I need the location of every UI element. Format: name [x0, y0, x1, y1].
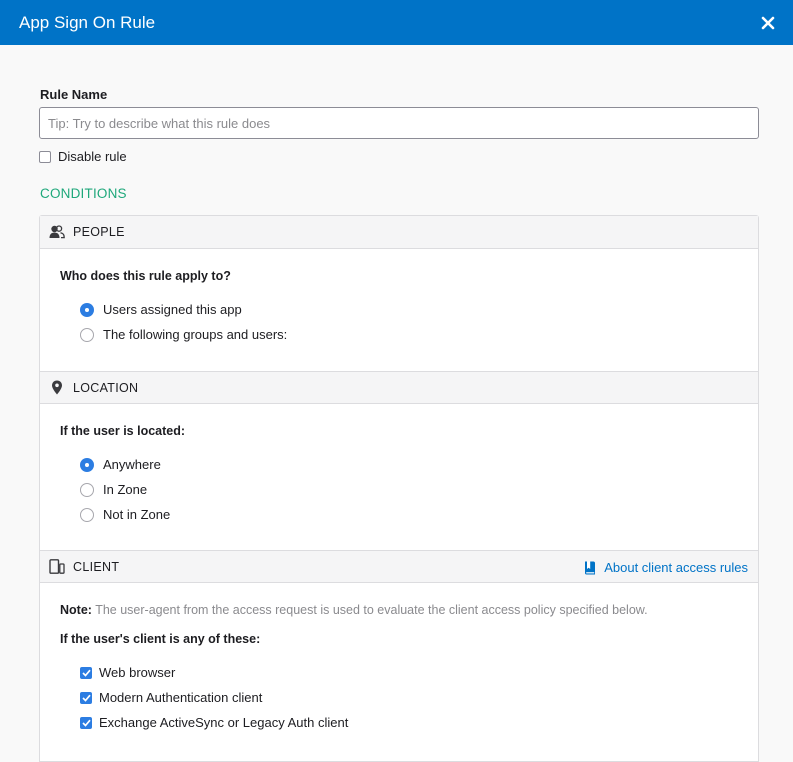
checkbox-label: Web browser	[99, 665, 175, 680]
radio-groups-and-users[interactable]: The following groups and users:	[80, 322, 738, 347]
people-section-header: PEOPLE	[40, 216, 758, 249]
radio-label: In Zone	[103, 482, 147, 497]
radio-anywhere[interactable]: Anywhere	[80, 452, 738, 477]
conditions-panel: PEOPLE Who does this rule apply to? User…	[39, 215, 759, 762]
disable-rule-checkbox[interactable]: Disable rule	[39, 149, 127, 164]
book-icon[interactable]	[584, 561, 596, 575]
radio-label: Anywhere	[103, 457, 161, 472]
note-label: Note:	[60, 603, 92, 617]
checkbox-checked-icon[interactable]	[80, 667, 92, 679]
close-button[interactable]	[759, 14, 777, 32]
location-section-header: LOCATION	[40, 371, 758, 404]
checkbox-exchange-activesync[interactable]: Exchange ActiveSync or Legacy Auth clien…	[80, 710, 738, 735]
radio-label: The following groups and users:	[103, 327, 287, 342]
client-section-title: CLIENT	[73, 560, 119, 574]
close-icon[interactable]	[761, 16, 775, 30]
about-link-label[interactable]: About client access rules	[604, 560, 748, 575]
radio-unchecked-icon[interactable]	[80, 483, 94, 497]
checkbox-checked-icon[interactable]	[80, 717, 92, 729]
radio-label: Users assigned this app	[103, 302, 242, 317]
client-section-body: Note: The user-agent from the access req…	[40, 583, 758, 735]
about-client-access-rules-link[interactable]: About client access rules	[584, 551, 748, 584]
client-section-header: CLIENT About client access rules	[40, 550, 758, 583]
radio-label: Not in Zone	[103, 507, 170, 522]
checkbox-label: Exchange ActiveSync or Legacy Auth clien…	[99, 715, 348, 730]
modal-title: App Sign On Rule	[19, 13, 155, 33]
people-question: Who does this rule apply to?	[60, 269, 738, 283]
modal-body: Rule Name Disable rule CONDITIONS PEOPLE…	[0, 45, 793, 752]
client-question: If the user's client is any of these:	[60, 632, 738, 646]
modal-header: App Sign On Rule	[0, 0, 793, 45]
radio-unchecked-icon[interactable]	[80, 328, 94, 342]
radio-users-assigned[interactable]: Users assigned this app	[80, 297, 738, 322]
radio-checked-icon[interactable]	[80, 458, 94, 472]
device-icon	[49, 559, 65, 575]
radio-not-in-zone[interactable]: Not in Zone	[80, 502, 738, 527]
location-section-title: LOCATION	[73, 381, 138, 395]
client-note: Note: The user-agent from the access req…	[60, 603, 738, 617]
radio-in-zone[interactable]: In Zone	[80, 477, 738, 502]
people-section-title: PEOPLE	[73, 225, 125, 239]
people-icon	[49, 224, 65, 240]
checkbox-modern-auth-client[interactable]: Modern Authentication client	[80, 685, 738, 710]
conditions-heading: CONDITIONS	[40, 186, 127, 201]
rule-name-input[interactable]	[39, 107, 759, 139]
radio-checked-icon[interactable]	[80, 303, 94, 317]
rule-name-label: Rule Name	[40, 87, 107, 102]
note-text: The user-agent from the access request i…	[95, 603, 647, 617]
checkbox-label: Modern Authentication client	[99, 690, 262, 705]
disable-rule-label: Disable rule	[58, 149, 127, 164]
location-pin-icon	[49, 380, 65, 396]
checkbox-web-browser[interactable]: Web browser	[80, 660, 738, 685]
checkbox-unchecked-icon[interactable]	[39, 151, 51, 163]
checkbox-checked-icon[interactable]	[80, 692, 92, 704]
location-question: If the user is located:	[60, 424, 738, 438]
people-section-body: Who does this rule apply to? Users assig…	[40, 249, 758, 371]
location-section-body: If the user is located: Anywhere In Zone…	[40, 404, 758, 550]
radio-unchecked-icon[interactable]	[80, 508, 94, 522]
